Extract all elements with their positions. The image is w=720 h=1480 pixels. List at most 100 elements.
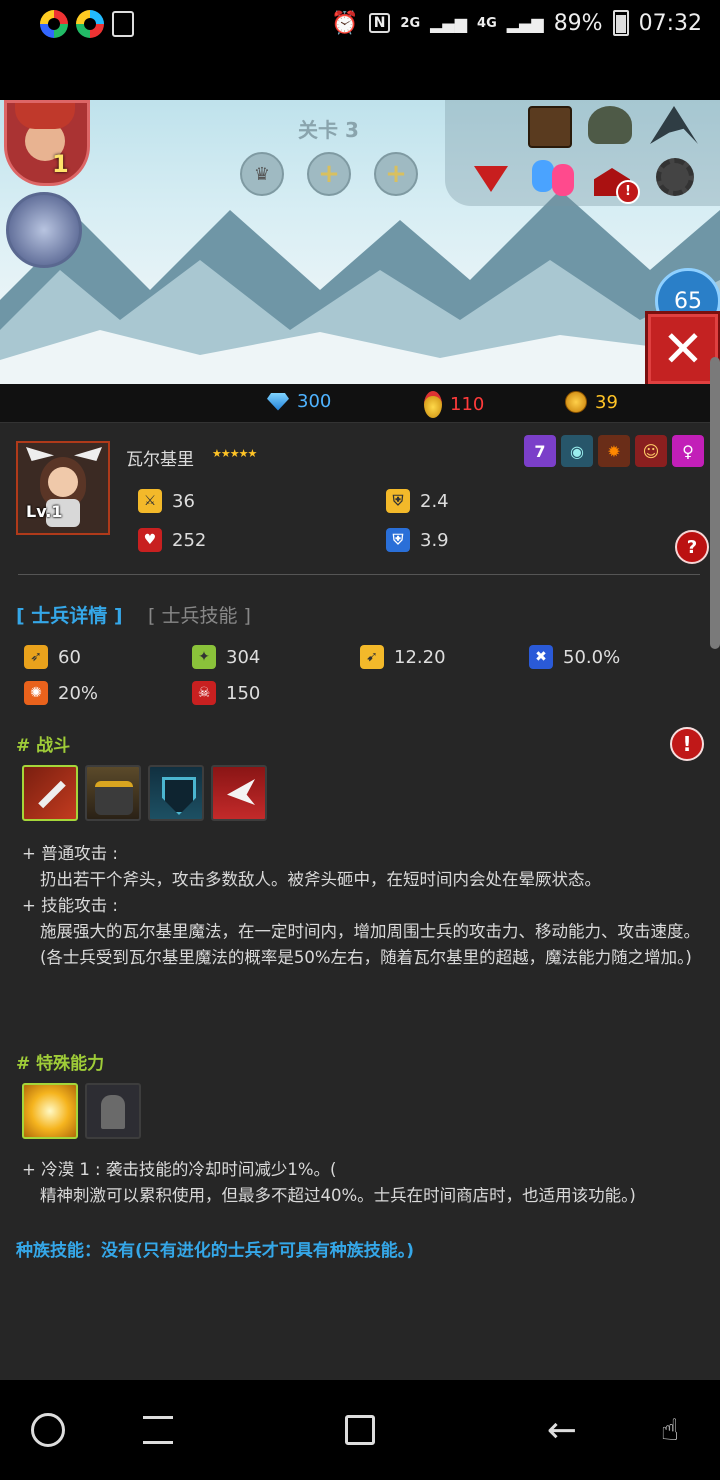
battery-icon — [612, 10, 629, 36]
heart-icon: ♥ — [138, 528, 162, 552]
attack-range-icon: ➶ — [24, 645, 48, 669]
magic-resist-value: 3.9 — [420, 529, 449, 551]
special-description: + 冷漠 1 : 袭击技能的冷却时间减少1%。( 精神刺激可以累积使用，但最多不… — [22, 1157, 716, 1209]
magic-shield-icon: ⛨ — [386, 528, 410, 552]
back-arrow-icon: ← — [546, 1409, 578, 1451]
app-notification-icon — [76, 10, 104, 38]
medal-counter: 110 — [424, 391, 484, 418]
nfc-icon: N — [368, 13, 391, 33]
add-slot-button[interactable]: + — [374, 152, 418, 196]
hp-stat: ♥ 252 — [138, 528, 206, 552]
signal-icon: ▂▄▆ — [506, 13, 544, 33]
attribute-1-value: 60 — [58, 646, 81, 668]
game-scene: 关卡 3 ♛ + + ! 1 65 ✕ — [0, 100, 720, 384]
notification-icons — [40, 10, 134, 38]
wing-dash-skill-icon[interactable] — [211, 765, 267, 821]
magic-resist-stat: ⛨ 3.9 — [386, 528, 449, 552]
help-button[interactable]: ? — [675, 530, 709, 564]
eye-badge-icon[interactable]: ◉ — [561, 435, 593, 467]
app-notification-icon — [40, 10, 68, 38]
race-skill-text: 种族技能：没有(只有进化的士兵才可具有种族技能。) — [16, 1241, 415, 1261]
female-badge-icon[interactable]: ♀ — [672, 435, 704, 467]
soldiers-icon[interactable] — [532, 156, 576, 196]
normal-attack-title: + 普通攻击 : — [22, 844, 118, 863]
bolt-badge-count: 7 — [534, 441, 546, 461]
skill-attack-title: + 技能攻击 : — [22, 896, 118, 915]
attribute-2: ✦ 304 — [192, 645, 260, 669]
house-alert-icon[interactable]: ! — [592, 156, 640, 204]
skill-attack-text: 施展强大的瓦尔基里魔法，在一定时间内，增加周围士兵的攻击力、移动能力、攻击速度。 — [40, 922, 700, 941]
range-icon: ✦ — [192, 645, 216, 669]
fire-beast-badge-icon[interactable]: ✹ — [598, 435, 630, 467]
back-button[interactable]: ← — [542, 1409, 582, 1451]
attribute-6: ☠ 150 — [192, 681, 260, 705]
attack-icon: ⚔ — [138, 489, 162, 513]
panel-scrollbar[interactable] — [710, 357, 720, 649]
attack-stat: ⚔ 36 — [138, 489, 195, 513]
burst-icon: ✺ — [24, 681, 48, 705]
attribute-3-value: 12.20 — [394, 646, 446, 668]
attribute-5: ✺ 20% — [24, 681, 98, 705]
attribute-4: ✖ 50.0% — [529, 645, 620, 669]
network-4g-label: 4G — [477, 15, 497, 31]
game-tools-icon[interactable] — [28, 1410, 68, 1450]
hero-level: 1 — [52, 150, 69, 178]
combat-alert-icon[interactable]: ! — [670, 727, 704, 761]
attribute-5-value: 20% — [58, 682, 99, 704]
close-button[interactable]: ✕ — [645, 311, 720, 384]
skill-attack-note: (各士兵受到瓦尔基里魔法的概率是50%左右，随着瓦尔基里的超越，魔法能力随之增加… — [40, 948, 692, 967]
battery-percent: 89% — [553, 10, 603, 36]
signal-icon: ▂▄▆ — [430, 13, 468, 33]
alarm-icon: ⏰ — [331, 10, 359, 36]
attack-value: 36 — [172, 490, 195, 512]
tombstone-skill-icon[interactable] — [85, 1083, 141, 1139]
sword-skill-icon[interactable] — [22, 765, 78, 821]
unit-level: Lv.1 — [26, 502, 63, 521]
resource-bar: 300 110 39 — [0, 384, 720, 423]
monster-icon: ☠ — [192, 681, 216, 705]
status-gap — [0, 52, 720, 100]
dragon-pet-icon[interactable] — [6, 192, 82, 268]
normal-attack-text: 扔出若干个斧头，攻击多数敌人。被斧头砸中，在短时间内会处在晕厥状态。 — [40, 870, 601, 889]
star-rating: ★★★★★ — [212, 447, 257, 460]
coin-count: 39 — [595, 391, 618, 413]
medal-count: 110 — [450, 394, 485, 415]
hp-value: 252 — [172, 529, 207, 551]
hero-portrait[interactable] — [4, 100, 90, 186]
armor-stat: ⛨ 2.4 — [386, 489, 449, 513]
tab-soldier-skills[interactable]: [ 士兵技能 ] — [148, 601, 251, 628]
gift-box-icon[interactable] — [528, 106, 572, 148]
hand-pointer-icon: ☝ — [660, 1412, 680, 1448]
shield-icon: ⛨ — [386, 489, 410, 513]
gem-counter: 300 — [267, 391, 331, 412]
tab-soldier-details[interactable]: [ 士兵详情 ] — [16, 601, 123, 628]
recent-apps-button[interactable] — [138, 1410, 178, 1450]
coin-counter: 39 — [565, 391, 618, 413]
medal-icon — [424, 391, 442, 418]
screenshot-notification-icon — [112, 11, 134, 37]
navigation-bar: ← ☝ — [0, 1380, 720, 1480]
network-2g-label: 2G — [400, 15, 421, 31]
add-slot-button[interactable]: + — [307, 152, 351, 196]
divider — [18, 574, 700, 575]
settings-gear-icon[interactable] — [656, 158, 694, 196]
question-icon: ? — [686, 536, 698, 558]
special-ability-header: # 特殊能力 — [16, 1054, 105, 1074]
attribute-3: ➹ 12.20 — [360, 645, 446, 669]
home-button[interactable] — [340, 1410, 380, 1450]
crit-icon: ✖ — [529, 645, 553, 669]
attribute-6-value: 150 — [226, 682, 261, 704]
touch-lock-icon[interactable]: ☝ — [650, 1410, 690, 1450]
spirit-burst-skill-icon[interactable] — [22, 1083, 78, 1139]
unit-name: 瓦尔基里 — [126, 450, 194, 470]
bolt-badge-icon[interactable]: 7 — [524, 435, 556, 467]
shield-skill-icon[interactable] — [148, 765, 204, 821]
soldier-group-skill-icon[interactable] — [85, 765, 141, 821]
coin-icon — [565, 391, 587, 413]
attribute-2-value: 304 — [226, 646, 261, 668]
system-status: ⏰ N 2G ▂▄▆ 4G ▂▄▆ 89% 07:32 — [331, 10, 702, 36]
hero-slot-button[interactable]: ♛ — [240, 152, 284, 196]
angel-icon[interactable] — [588, 106, 632, 144]
hero-face-badge-icon[interactable]: ☺ — [635, 435, 667, 467]
combat-header: # 战斗 — [16, 736, 71, 756]
